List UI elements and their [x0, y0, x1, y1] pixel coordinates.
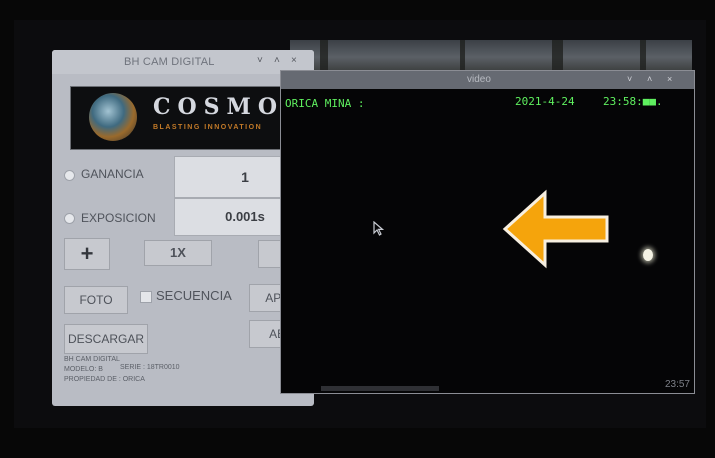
sequence-checkbox[interactable]	[140, 291, 152, 303]
orange-left-arrow-icon	[502, 189, 609, 269]
osd-time: 23:58:■■.	[603, 95, 663, 108]
globe-logo-icon	[89, 93, 137, 141]
video-window-titlebar[interactable]: video ˅ ˄ ×	[281, 71, 694, 89]
zoom-in-button[interactable]: +	[64, 238, 110, 270]
close-button[interactable]: ×	[667, 74, 672, 84]
minimize-button[interactable]: ˅	[627, 74, 632, 84]
window-title: BH CAM DIGITAL	[124, 56, 215, 68]
taskbar-clock: 23:57	[664, 379, 690, 390]
photo-button[interactable]: FOTO	[64, 286, 128, 314]
video-window-title: video	[467, 74, 491, 85]
osd-site-label: ORICA MINA :	[285, 97, 365, 110]
device-owner: PROPIEDAD DE : ORICA	[64, 376, 145, 383]
close-button[interactable]: ×	[291, 55, 297, 66]
download-button[interactable]: DESCARGAR	[64, 324, 148, 354]
logo-tagline: BLASTING INNOVATION	[153, 124, 263, 131]
zoom-level-button[interactable]: 1X	[144, 240, 212, 266]
sequence-label: SECUENCIA	[156, 288, 232, 303]
cosmos-logo: COSMOS BLASTING INNOVATION	[70, 86, 312, 150]
device-serial: SERIE : 18TR0010	[120, 364, 180, 371]
video-window: video ˅ ˄ × ORICA MINA : 2021-4-24 23:58…	[280, 70, 695, 394]
gain-radio[interactable]	[64, 170, 75, 181]
exposure-radio[interactable]	[64, 213, 75, 224]
device-model: MODELO: B	[64, 366, 103, 373]
mouse-pointer-icon	[373, 221, 385, 236]
exposure-label: EXPOSICION	[81, 211, 156, 225]
device-name: BH CAM DIGITAL	[64, 356, 120, 363]
maximize-button[interactable]: ˄	[274, 55, 280, 66]
video-scrollbar[interactable]	[321, 386, 439, 391]
light-spot	[643, 249, 653, 261]
osd-date: 2021-4-24	[515, 95, 575, 108]
camera-control-window: BH CAM DIGITAL ˅ ˄ × COSMOS BLASTING INN…	[52, 50, 314, 406]
camera-window-titlebar[interactable]: BH CAM DIGITAL ˅ ˄ ×	[52, 50, 314, 74]
minimize-button[interactable]: ˅	[257, 55, 263, 66]
maximize-button[interactable]: ˄	[647, 74, 652, 84]
gain-label: GANANCIA	[81, 167, 144, 181]
